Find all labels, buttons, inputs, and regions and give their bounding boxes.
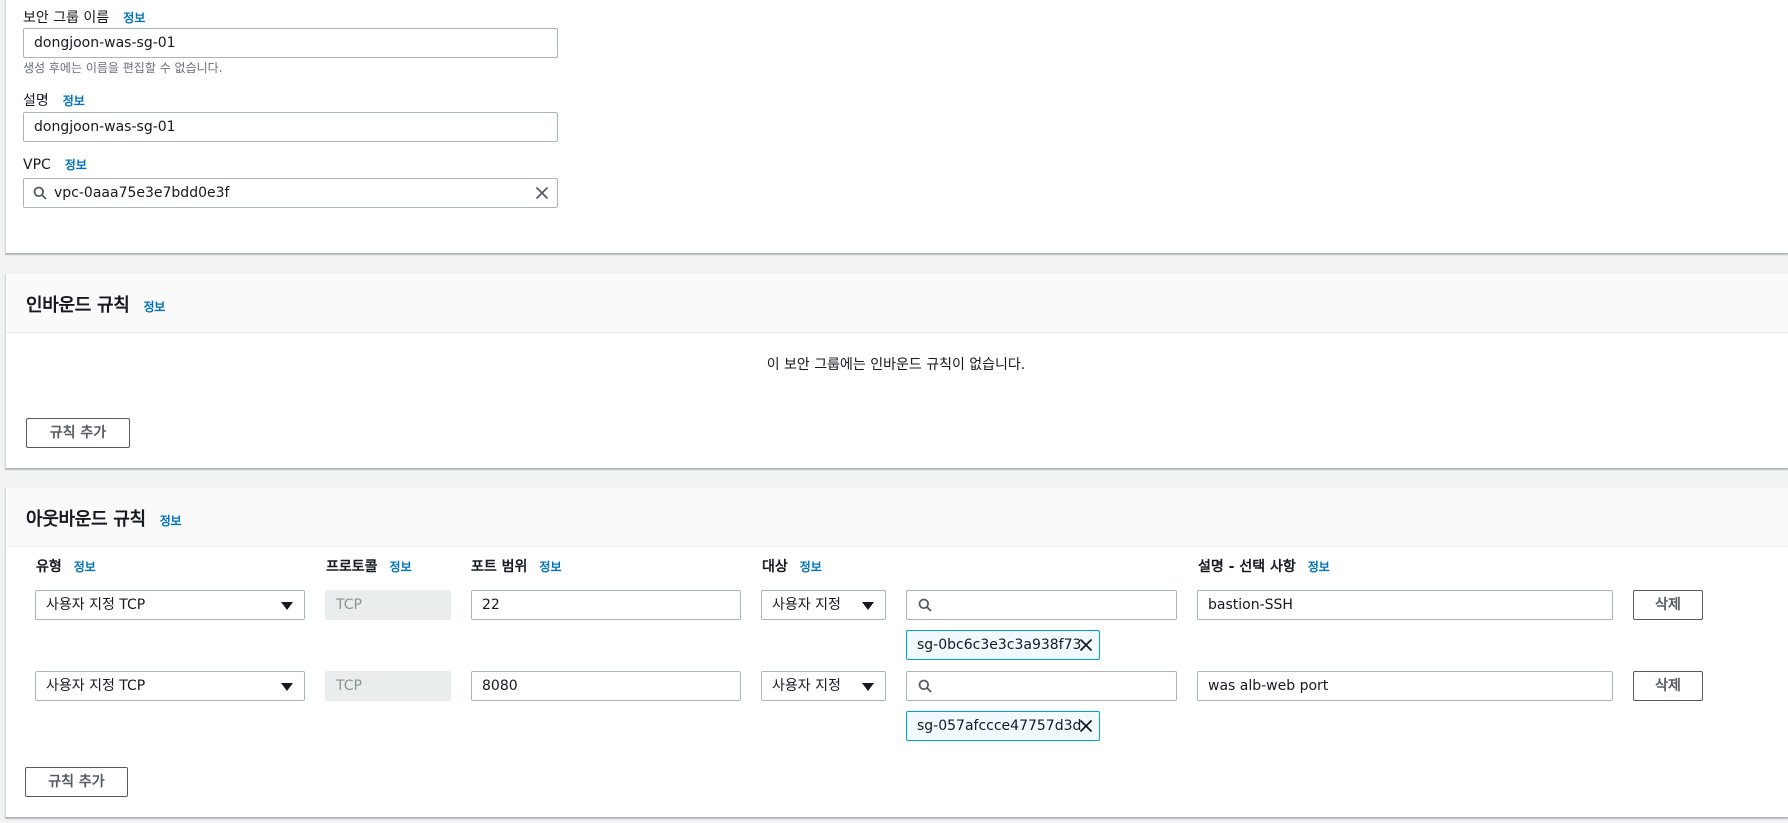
protocol-field: TCP	[325, 671, 451, 701]
destination-type-select[interactable]: 사용자 지정	[761, 671, 886, 701]
destination-type-select[interactable]: 사용자 지정	[761, 590, 886, 620]
delete-rule-button[interactable]: 삭제	[1633, 671, 1703, 701]
outbound-rules-title: 아웃바운드 규칙 정보	[26, 509, 182, 530]
protocol-field: TCP	[325, 590, 451, 620]
inbound-rules-panel: 인바운드 규칙 정보 이 보안 그룹에는 인바운드 규칙이 없습니다. 규칙 추가	[5, 274, 1788, 469]
caret-down-icon	[862, 683, 874, 691]
info-link[interactable]: 정보	[74, 560, 96, 574]
column-header-protocol: 프로토콜 정보	[326, 559, 412, 575]
port-range-input[interactable]: 8080	[471, 671, 741, 701]
column-header-port-range: 포트 범위 정보	[471, 559, 562, 575]
info-link[interactable]: 정보	[123, 11, 145, 25]
vpc-value: vpc-0aaa75e3e7bdd0e3f	[54, 185, 230, 201]
column-header-destination: 대상 정보	[762, 559, 822, 575]
search-icon	[33, 186, 47, 200]
info-link[interactable]: 정보	[160, 514, 182, 528]
type-select[interactable]: 사용자 지정 TCP	[35, 671, 305, 701]
info-link[interactable]: 정보	[800, 560, 822, 574]
description-label: 설명 정보	[23, 93, 85, 109]
outbound-rules-header: 아웃바운드 규칙 정보	[6, 488, 1788, 547]
close-icon[interactable]	[535, 186, 549, 200]
type-select[interactable]: 사용자 지정 TCP	[35, 590, 305, 620]
info-link[interactable]: 정보	[63, 94, 85, 108]
description-input[interactable]: was alb-web port	[1197, 671, 1613, 701]
security-group-name-label: 보안 그룹 이름 정보	[23, 10, 146, 26]
inbound-rules-title: 인바운드 규칙 정보	[26, 295, 166, 316]
delete-rule-button[interactable]: 삭제	[1633, 590, 1703, 620]
column-header-description: 설명 - 선택 사항 정보	[1198, 559, 1330, 575]
name-helper-text: 생성 후에는 이름을 편집할 수 없습니다.	[23, 61, 223, 75]
close-icon[interactable]	[1079, 638, 1093, 652]
add-inbound-rule-button[interactable]: 규칙 추가	[26, 418, 130, 448]
info-link[interactable]: 정보	[65, 158, 87, 172]
info-link[interactable]: 정보	[1308, 560, 1330, 574]
add-outbound-rule-button[interactable]: 규칙 추가	[25, 767, 128, 797]
destination-search-input[interactable]	[906, 671, 1177, 701]
description-input[interactable]: bastion-SSH	[1197, 590, 1613, 620]
caret-down-icon	[281, 602, 293, 610]
inbound-rules-header: 인바운드 규칙 정보	[6, 274, 1788, 333]
info-link[interactable]: 정보	[539, 560, 561, 574]
close-icon[interactable]	[1079, 719, 1093, 733]
column-header-type: 유형 정보	[36, 559, 96, 575]
security-group-name-input[interactable]: dongjoon-was-sg-01	[23, 28, 558, 58]
caret-down-icon	[281, 683, 293, 691]
destination-token: sg-057afccce47757d3d	[906, 711, 1100, 741]
destination-search-input[interactable]	[906, 590, 1177, 620]
description-input[interactable]: dongjoon-was-sg-01	[23, 112, 558, 142]
info-link[interactable]: 정보	[390, 560, 412, 574]
basic-details-panel: 보안 그룹 이름 정보 dongjoon-was-sg-01 생성 후에는 이름을…	[5, 0, 1788, 254]
vpc-label: VPC 정보	[23, 157, 87, 173]
search-icon	[918, 679, 932, 693]
outbound-rules-panel: 아웃바운드 규칙 정보	[5, 488, 1788, 818]
empty-inbound-message: 이 보안 그룹에는 인바운드 규칙이 없습니다.	[766, 357, 1026, 373]
search-icon	[918, 598, 932, 612]
caret-down-icon	[862, 602, 874, 610]
info-link[interactable]: 정보	[144, 300, 166, 314]
destination-token: sg-0bc6c3e3c3a938f73	[906, 630, 1100, 660]
vpc-search-input[interactable]: vpc-0aaa75e3e7bdd0e3f	[23, 178, 558, 208]
port-range-input[interactable]: 22	[471, 590, 741, 620]
